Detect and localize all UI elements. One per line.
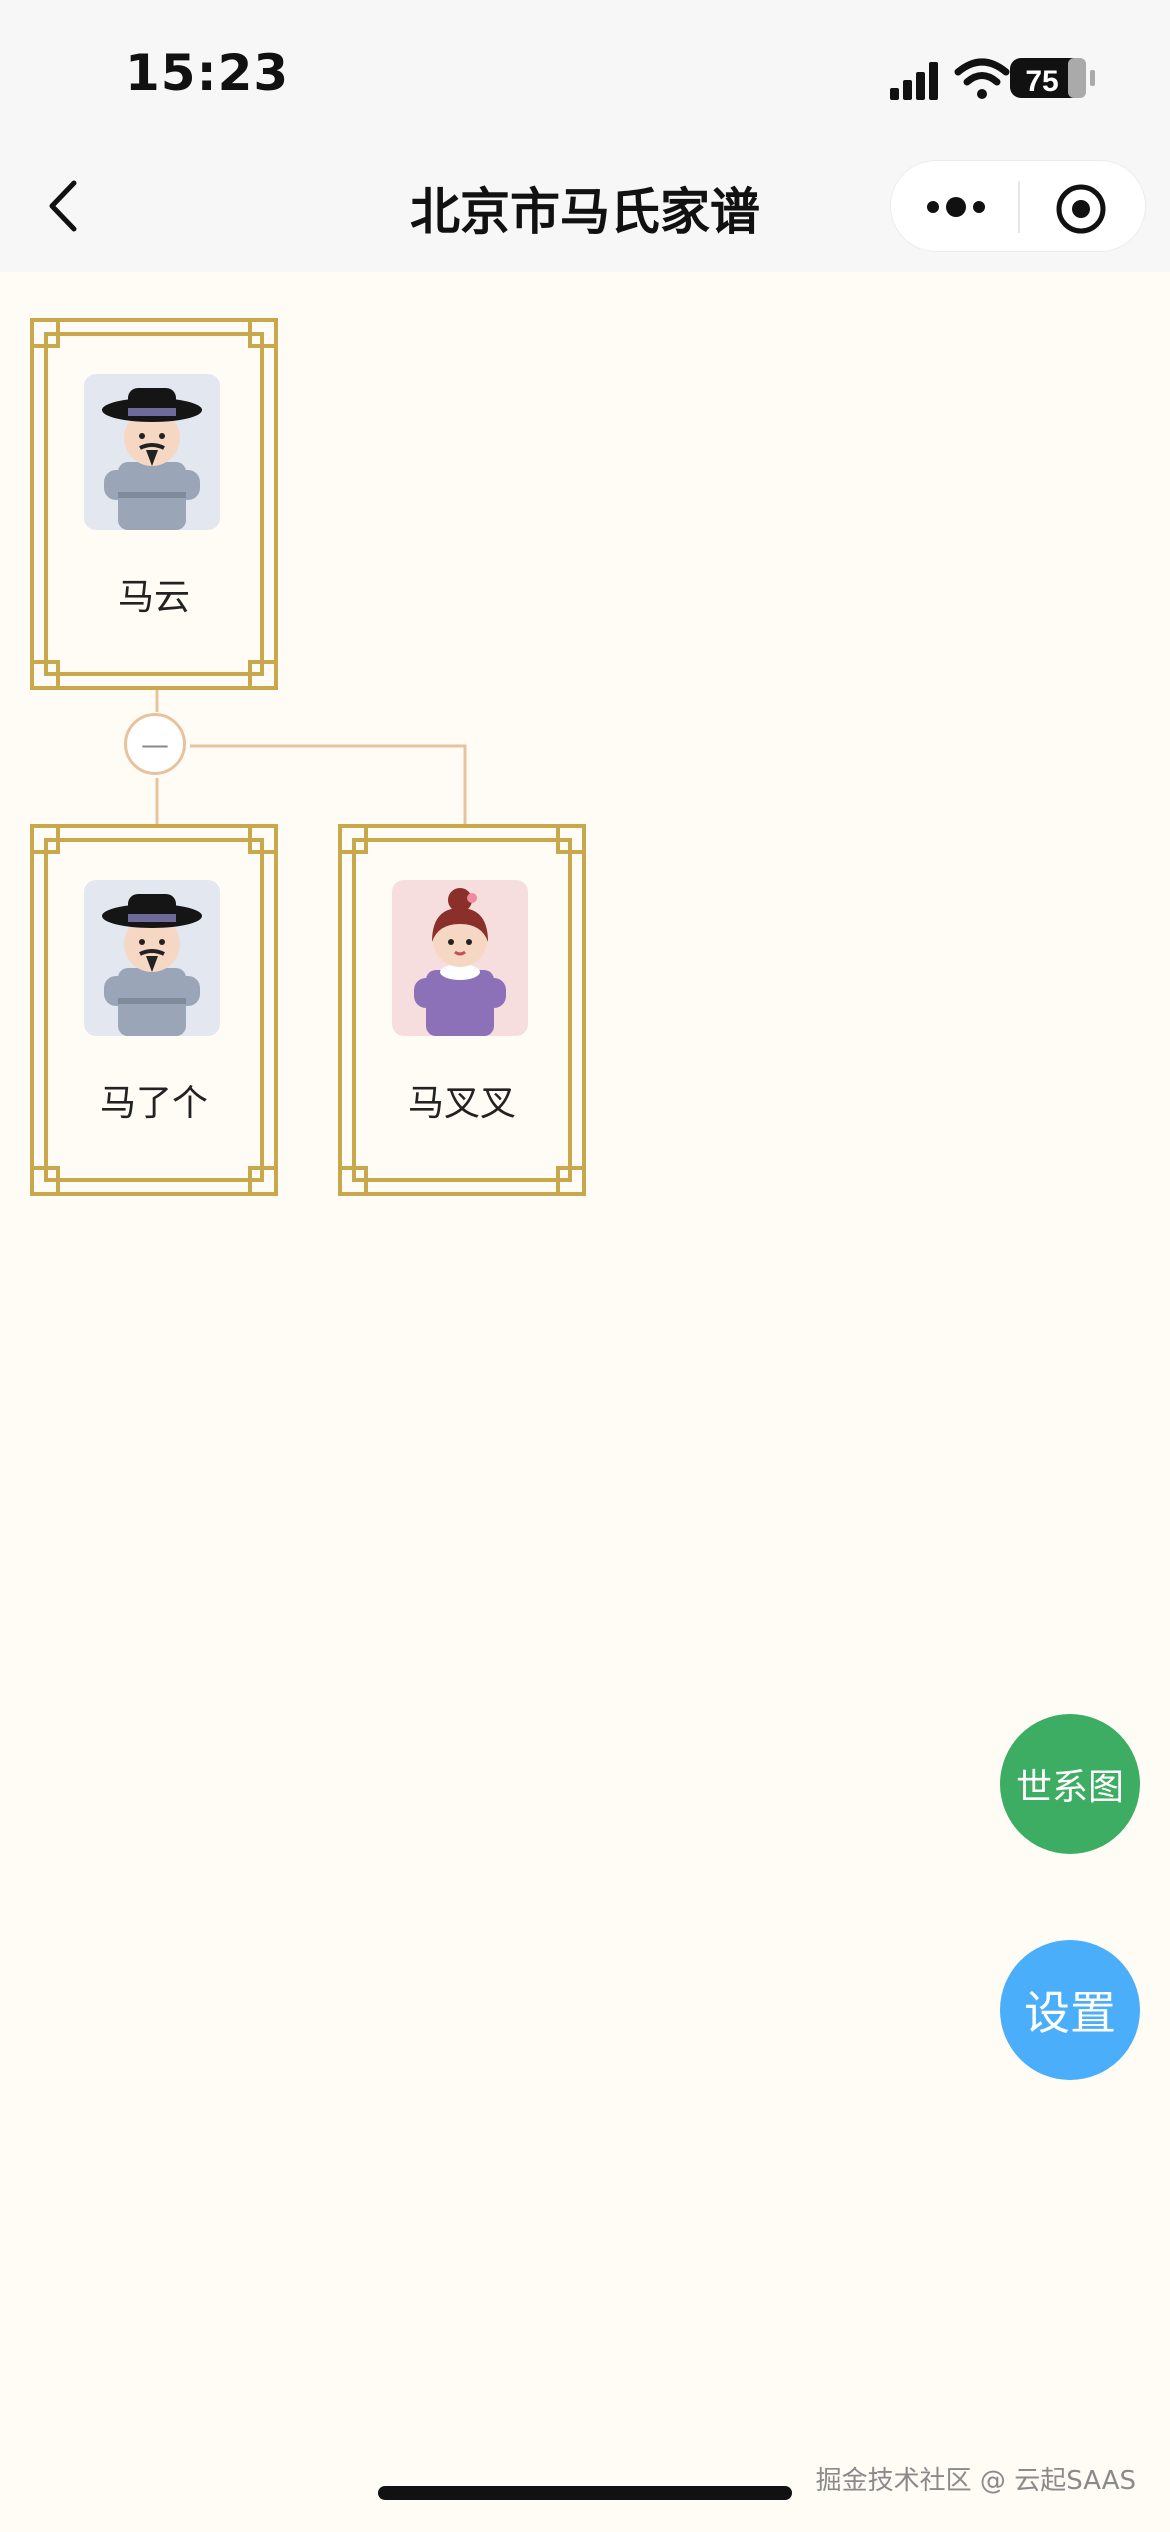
member-card-child-1[interactable]: 马了个 xyxy=(30,824,278,1196)
member-card-child-2[interactable]: 马叉叉 xyxy=(338,824,586,1196)
home-indicator xyxy=(378,2486,792,2500)
collapse-toggle-button[interactable]: — xyxy=(124,713,186,775)
settings-button[interactable]: 设置 xyxy=(1000,1940,1140,2080)
settings-label: 设置 xyxy=(1024,1986,1116,2040)
male-avatar-icon xyxy=(84,374,220,530)
lineage-chart-label: 世系图 xyxy=(1015,1767,1124,1808)
member-name: 马叉叉 xyxy=(407,1083,516,1124)
member-name: 马云 xyxy=(117,577,190,618)
collapse-symbol: — xyxy=(141,727,169,761)
member-name: 马了个 xyxy=(99,1083,208,1124)
member-card-root[interactable]: 马云 xyxy=(30,318,278,690)
lineage-chart-button[interactable]: 世系图 xyxy=(1000,1714,1140,1854)
female-avatar-icon xyxy=(392,880,528,1036)
male-avatar-icon xyxy=(84,880,220,1036)
watermark: 掘金技术社区 @ 云起SAAS xyxy=(815,2466,1136,2496)
